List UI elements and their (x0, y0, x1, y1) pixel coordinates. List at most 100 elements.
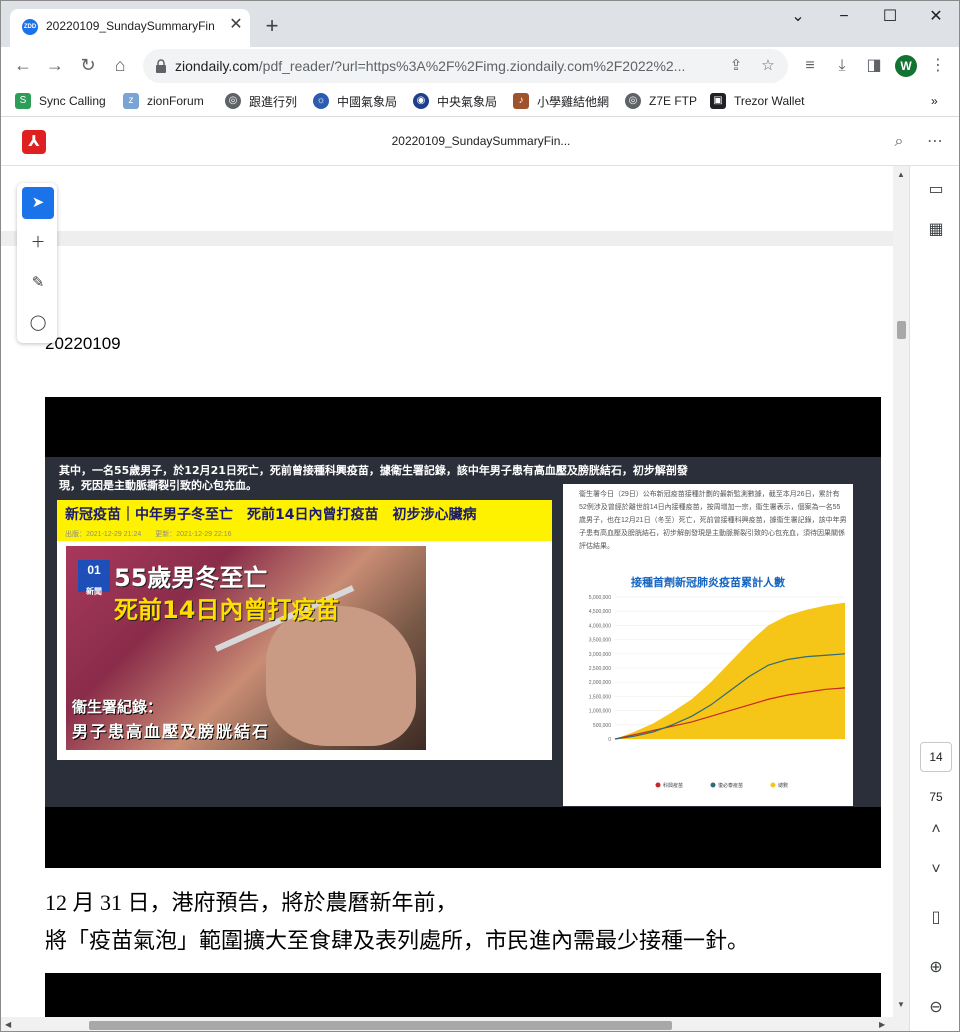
news-screenshot-image: 其中，一名55歲男子，於12月21日死亡，死前曾接種科興疫苗，據衛生署記錄，該中… (45, 397, 881, 868)
vaccine-chart: 0 500,000 1,000,000 1,500,000 2,000,000 2,500… (589, 595, 846, 789)
page-settings-icon[interactable]: ▯ (924, 906, 948, 930)
scroll-right-arrow-icon[interactable]: ▶ (879, 1020, 885, 1029)
bookmark-cwb[interactable]: ◉ 中央氣象局 (413, 92, 497, 110)
close-window-button[interactable]: ✕ (913, 7, 959, 29)
share-icon[interactable]: ⇪ (727, 57, 745, 75)
browser-window: ZDD 20220109_SundaySummaryFin ✕ + ⌄ − ☐ … (0, 0, 960, 1032)
cma-icon: ☼ (313, 93, 329, 109)
photo-caption-1: 衞生署紀錄： (72, 698, 163, 716)
media-control-icon[interactable]: ≡ (799, 55, 821, 77)
news-meta: 出版：2021-12-29 21:24 更新：2021-12-29 22:16 (65, 531, 232, 538)
browser-menu-icon[interactable]: ⋮ (927, 55, 949, 77)
lasso-icon[interactable]: ◯ (22, 307, 54, 339)
bookmark-sync-calling[interactable]: S Sync Calling (15, 92, 106, 110)
side-panel-icon[interactable]: ◨ (863, 55, 885, 77)
lock-icon[interactable] (155, 59, 167, 73)
legend-label: 復必泰疫苗 (718, 782, 743, 789)
y-tick-label: 1,500,000 (589, 694, 611, 700)
tab-close-icon[interactable]: ✕ (227, 16, 245, 34)
previous-page-icon[interactable]: ˄ (924, 818, 948, 842)
bookmark-label: Trezor Wallet (734, 94, 805, 108)
minimize-button[interactable]: − (821, 7, 867, 29)
comments-icon[interactable]: ▭ (924, 178, 948, 202)
bookmarks-bar: S Sync Calling z zionForum ◎ 跟進行列 ☼ 中國氣象… (1, 85, 959, 117)
vertical-scrollbar[interactable]: ▲ ▼ (893, 166, 909, 1017)
address-bar[interactable]: ziondaily.com/pdf_reader/?url=https%3A%2… (143, 49, 788, 83)
legend-marker (710, 782, 716, 788)
bookmark-star-icon[interactable]: ☆ (759, 57, 777, 75)
cwb-icon: ◉ (413, 93, 429, 109)
zoom-out-icon[interactable]: ⊖ (924, 996, 948, 1020)
more-bookmarks-icon[interactable]: » (931, 92, 938, 110)
thumbnails-icon[interactable]: ▦ (924, 218, 948, 242)
guitar-icon: ♪ (513, 93, 529, 109)
bookmark-label: 跟進行列 (249, 94, 298, 109)
badge-text: 01 (87, 563, 101, 577)
news-headline: 新冠疫苗｜中年男子冬至亡 死前14日內曾打疫苗 初步涉心臟病 (65, 507, 477, 523)
photo-headline-2: 死前14日內曾打疫苗 (114, 596, 340, 624)
zionforum-icon: z (123, 93, 139, 109)
scroll-left-arrow-icon[interactable]: ◀ (5, 1020, 11, 1029)
new-tab-button[interactable]: + (260, 15, 284, 39)
y-tick-label: 4,000,000 (589, 623, 611, 629)
trezor-icon: ▣ (710, 93, 726, 109)
news-card: 新冠疫苗｜中年男子冬至亡 死前14日內曾打疫苗 初步涉心臟病 出版：2021-1… (57, 500, 552, 760)
bookmark-zionforum[interactable]: z zionForum (123, 92, 204, 110)
bookmark-guitar[interactable]: ♪ 小學雞結他網 (513, 92, 609, 110)
y-tick-label: 2,000,000 (589, 680, 611, 686)
bookmark-trezor[interactable]: ▣ Trezor Wallet (710, 92, 804, 110)
tab-strip: ZDD 20220109_SundaySummaryFin ✕ + ⌄ − ☐ … (1, 1, 959, 47)
tab-pdf[interactable]: ZDD 20220109_SundaySummaryFin ✕ (10, 9, 250, 47)
zoom-in-icon[interactable]: ⊕ (924, 956, 948, 980)
tab-search-icon[interactable]: ⌄ (775, 7, 821, 29)
profile-avatar[interactable]: W (895, 55, 917, 77)
bookmark-follow-queue[interactable]: ◎ 跟進行列 (225, 92, 297, 110)
download-icon[interactable]: ⤓ (831, 55, 853, 77)
back-icon[interactable]: ← (11, 54, 35, 78)
vertical-scroll-thumb[interactable] (897, 321, 906, 339)
url-path: /pdf_reader/?url=https%3A%2F%2Fimg.ziond… (258, 58, 686, 74)
bookmark-label: Z7E FTP (649, 94, 698, 108)
previous-page (1, 166, 893, 231)
horizontal-scrollbar[interactable]: ◀ ▶ (1, 1017, 909, 1031)
y-tick-label: 4,500,000 (589, 609, 611, 615)
y-tick-label: 3,000,000 (589, 652, 611, 658)
select-tool-icon[interactable]: ➤ (22, 187, 54, 219)
scroll-down-arrow-icon[interactable]: ▼ (897, 1000, 905, 1009)
right-rail: ▭ ▦ 14 75 ˄ ˅ ▯ ⊕ ⊖ (909, 166, 959, 1031)
more-options-icon[interactable]: ⋯ (925, 132, 945, 152)
reload-icon[interactable]: ↻ (76, 54, 100, 78)
pdf-header: ⅄ 20220109_SundaySummaryFin... ⌕ ⋯ (1, 118, 959, 166)
news-photo: 01 新聞 55歲男冬至亡 死前14日內曾打疫苗 衞生署紀錄： 男子患高血壓及膀胱… (66, 546, 426, 750)
tab-favicon-icon: ZDD (22, 19, 38, 35)
next-page-icon[interactable]: ˅ (924, 858, 948, 882)
chart-title: 接種首劑新冠肺炎疫苗累計人數 (631, 576, 785, 589)
legend-marker (655, 782, 661, 788)
headline-bar: 新冠疫苗｜中年男子冬至亡 死前14日內曾打疫苗 初步涉心臟病 出版：2021-1… (57, 500, 552, 541)
page-number-input[interactable]: 14 (920, 742, 952, 772)
body-text-line-2: 將「疫苗氣泡」範圍擴大至食肆及表列處所，市民進內需最少接種一針。 (45, 928, 750, 953)
bookmark-cma[interactable]: ☼ 中國氣象局 (313, 92, 397, 110)
forward-icon[interactable]: → (43, 54, 67, 78)
bookmark-label: 中央氣象局 (437, 94, 498, 109)
bookmark-label: zionForum (147, 94, 204, 108)
y-tick-label: 5,000,000 (589, 595, 611, 601)
globe-icon: ◎ (625, 93, 641, 109)
horizontal-scroll-thumb[interactable] (89, 1021, 672, 1030)
search-icon[interactable]: ⌕ (889, 132, 909, 152)
url-text: ziondaily.com/pdf_reader/?url=https%3A%2… (175, 58, 695, 74)
tab-title: 20220109_SundaySummaryFin (46, 19, 215, 33)
add-comment-icon[interactable]: ＋ (22, 227, 54, 259)
maximize-button[interactable]: ☐ (867, 7, 913, 29)
scroll-up-arrow-icon[interactable]: ▲ (897, 170, 905, 179)
draw-pen-icon[interactable]: ✎ (22, 267, 54, 299)
bookmark-z7e-ftp[interactable]: ◎ Z7E FTP (625, 92, 697, 110)
photo-headline-1: 55歲男冬至亡 (114, 564, 268, 592)
home-icon[interactable]: ⌂ (108, 54, 132, 78)
pdf-document-area[interactable]: 20220109 其中，一名55歲男子，於12月21日死亡，死前曾接種科興疫苗，… (1, 166, 909, 1017)
y-tick-label: 2,500,000 (589, 666, 611, 672)
y-tick-label: 1,000,000 (589, 709, 611, 715)
photo-caption-2: 男子患高血壓及膀胱結石 (72, 722, 271, 741)
legend-label: 總數 (778, 782, 788, 789)
vaccine-chart-card: 衞生署今日（29日）公布新冠疫苗接種計劃的最新監測數據，截至本月26日，累計有5… (563, 484, 853, 806)
